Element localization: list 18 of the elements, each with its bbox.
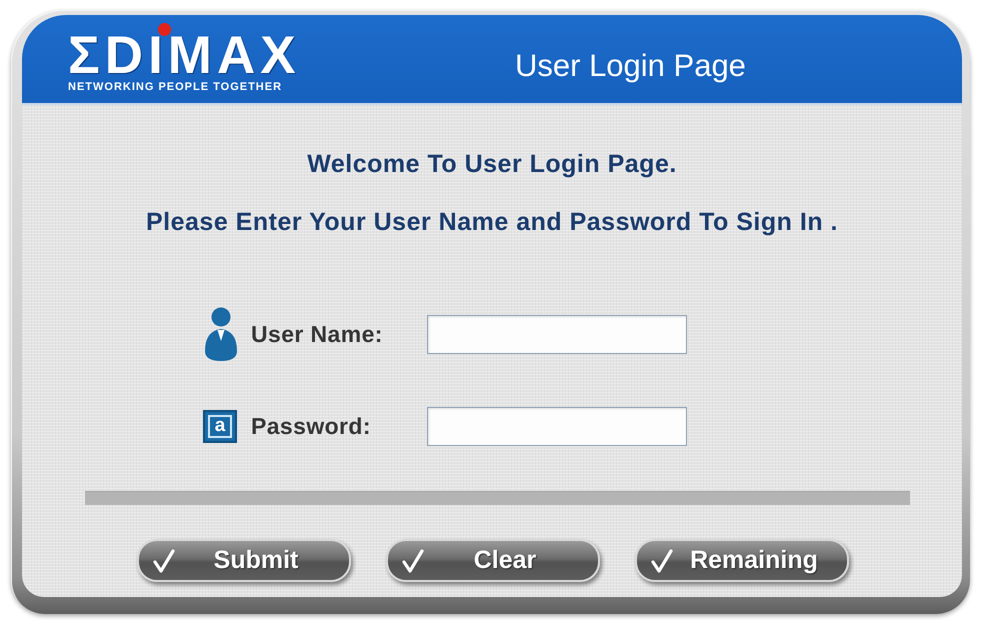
field-label: User Name: [251,320,384,348]
check-icon [651,548,673,572]
letter-tile-icon: a [203,410,237,443]
page-title: User Login Page [515,48,746,84]
input-field[interactable] [427,407,687,446]
check-icon [402,548,424,572]
user-icon [203,307,239,361]
check-icon [153,548,175,572]
action-button[interactable]: Remaining [635,539,849,582]
welcome-heading: Welcome To User Login Page. [307,149,677,179]
action-button[interactable]: Clear [386,539,600,582]
logo-tagline: NETWORKING PEOPLE TOGETHER [68,81,282,93]
field-label: Password: [251,413,372,440]
input-field[interactable] [427,314,687,354]
action-button[interactable]: Submit [137,539,351,582]
dot-icon [158,23,171,36]
logo-wordmark: ΣDIMAX [68,37,301,75]
instruction-text: Please Enter Your User Name and Password To Sign In . [146,207,838,237]
